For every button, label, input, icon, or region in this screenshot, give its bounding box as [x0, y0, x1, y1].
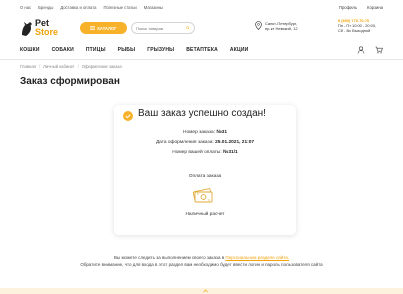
- search-box: [131, 22, 195, 34]
- note-line2: Обратите внимание, что для входа в этот …: [80, 262, 323, 267]
- address-line-street: пр-кт Невский, 12: [265, 26, 298, 31]
- personal-section-link[interactable]: Персональном разделе сайта.: [225, 255, 289, 260]
- main-nav: КОШКИ СОБАКИ ПТИЦЫ РЫБЫ ГРЫЗУНЫ ВЕТАПТЕК…: [0, 44, 403, 56]
- order-date-label: Дата оформления заказа:: [155, 140, 214, 145]
- catalog-button[interactable]: КАТАЛОГ: [80, 22, 127, 34]
- nav-item-fish[interactable]: РЫБЫ: [118, 47, 136, 53]
- nav-item-rodents[interactable]: ГРЫЗУНЫ: [147, 47, 174, 53]
- order-note: Вы можете следить за выполнением своего …: [0, 254, 403, 268]
- order-number-label: Номер заказа:: [182, 130, 215, 135]
- payment-number-value: №31/1: [223, 150, 238, 155]
- user-icon[interactable]: [357, 46, 365, 54]
- check-circle-icon: [123, 111, 133, 121]
- nav-item-sales[interactable]: АКЦИИ: [230, 47, 249, 53]
- top-link-delivery[interactable]: Доставка и оплата: [60, 5, 96, 10]
- footer-strip: [0, 288, 403, 294]
- breadcrumb-home[interactable]: Главная: [20, 64, 36, 69]
- breadcrumb: Главная / Личный кабинет / Оформление за…: [20, 64, 122, 69]
- logo-text-store: Store: [35, 27, 59, 37]
- menu-icon: [90, 26, 96, 30]
- breadcrumb-separator: /: [38, 64, 41, 69]
- contacts: 8 (800) 770-70-70 Пн - Пт 10:00 - 20:00,…: [338, 18, 376, 33]
- nav-item-cats[interactable]: КОШКИ: [20, 47, 40, 53]
- location-pin-icon: [255, 21, 262, 30]
- catalog-label: КАТАЛОГ: [97, 25, 117, 31]
- breadcrumb-separator: /: [77, 64, 79, 69]
- top-link-stores[interactable]: Магазины: [144, 5, 163, 10]
- header-divider: [0, 59, 403, 60]
- payment-number-label: Номер вашей оплаты:: [172, 150, 222, 155]
- breadcrumb-current: Оформление заказа: [81, 64, 122, 69]
- cart-link[interactable]: Корзина: [367, 5, 383, 10]
- nav-icons: [357, 46, 383, 54]
- order-number-value: №31: [216, 130, 227, 135]
- cash-icon: [192, 188, 213, 203]
- payment-type: Наличный расчет: [185, 212, 225, 217]
- store-address: Санкт-Петербург, пр-кт Невский, 12: [255, 21, 298, 31]
- breadcrumb-account[interactable]: Личный кабинет: [43, 64, 75, 69]
- top-right: Профиль Корзина: [339, 5, 383, 10]
- top-bar: О нас Бренды Доставка и оплата Полезные …: [0, 0, 403, 14]
- working-hours-weekend: Сб - Вс Выходной: [338, 28, 371, 33]
- nav-item-dogs[interactable]: СОБАКИ: [52, 47, 74, 53]
- nav-item-vet-pharmacy[interactable]: ВЕТАПТЕКА: [186, 47, 218, 53]
- top-links: О нас Бренды Доставка и оплата Полезные …: [20, 5, 163, 10]
- cat-paw-icon: [22, 22, 32, 36]
- nav-item-birds[interactable]: ПТИЦЫ: [86, 47, 106, 53]
- search-input[interactable]: [136, 25, 186, 31]
- logo[interactable]: Pet Store: [20, 17, 64, 41]
- note-line1-text: Вы можете следить за выполнением своего …: [113, 255, 225, 260]
- payment-number-row: Номер вашей оплаты: №31/1: [114, 150, 296, 155]
- payment-section-label: Оплата заказа: [188, 174, 222, 179]
- order-success-message: Ваш заказ успешно создан!: [138, 108, 266, 119]
- chevron-up-icon[interactable]: [203, 289, 208, 293]
- top-link-brands[interactable]: Бренды: [38, 5, 53, 10]
- cart-icon[interactable]: [375, 46, 383, 54]
- page-title: Заказ сформирован: [20, 76, 120, 87]
- order-date-row: Дата оформления заказа: 25.01.2021, 21:0…: [114, 140, 296, 145]
- order-date-value: 25.01.2021, 21:07: [215, 140, 255, 145]
- order-number-row: Номер заказа: №31: [114, 130, 296, 135]
- search-icon[interactable]: [186, 25, 190, 31]
- profile-link[interactable]: Профиль: [339, 5, 357, 10]
- top-link-articles[interactable]: Полезные статьи: [103, 5, 136, 10]
- header: Pet Store КАТАЛОГ Санкт-Петербург, пр-кт…: [0, 14, 403, 44]
- top-link-about[interactable]: О нас: [20, 5, 31, 10]
- order-success-card: Ваш заказ успешно создан! Номер заказа: …: [114, 105, 296, 235]
